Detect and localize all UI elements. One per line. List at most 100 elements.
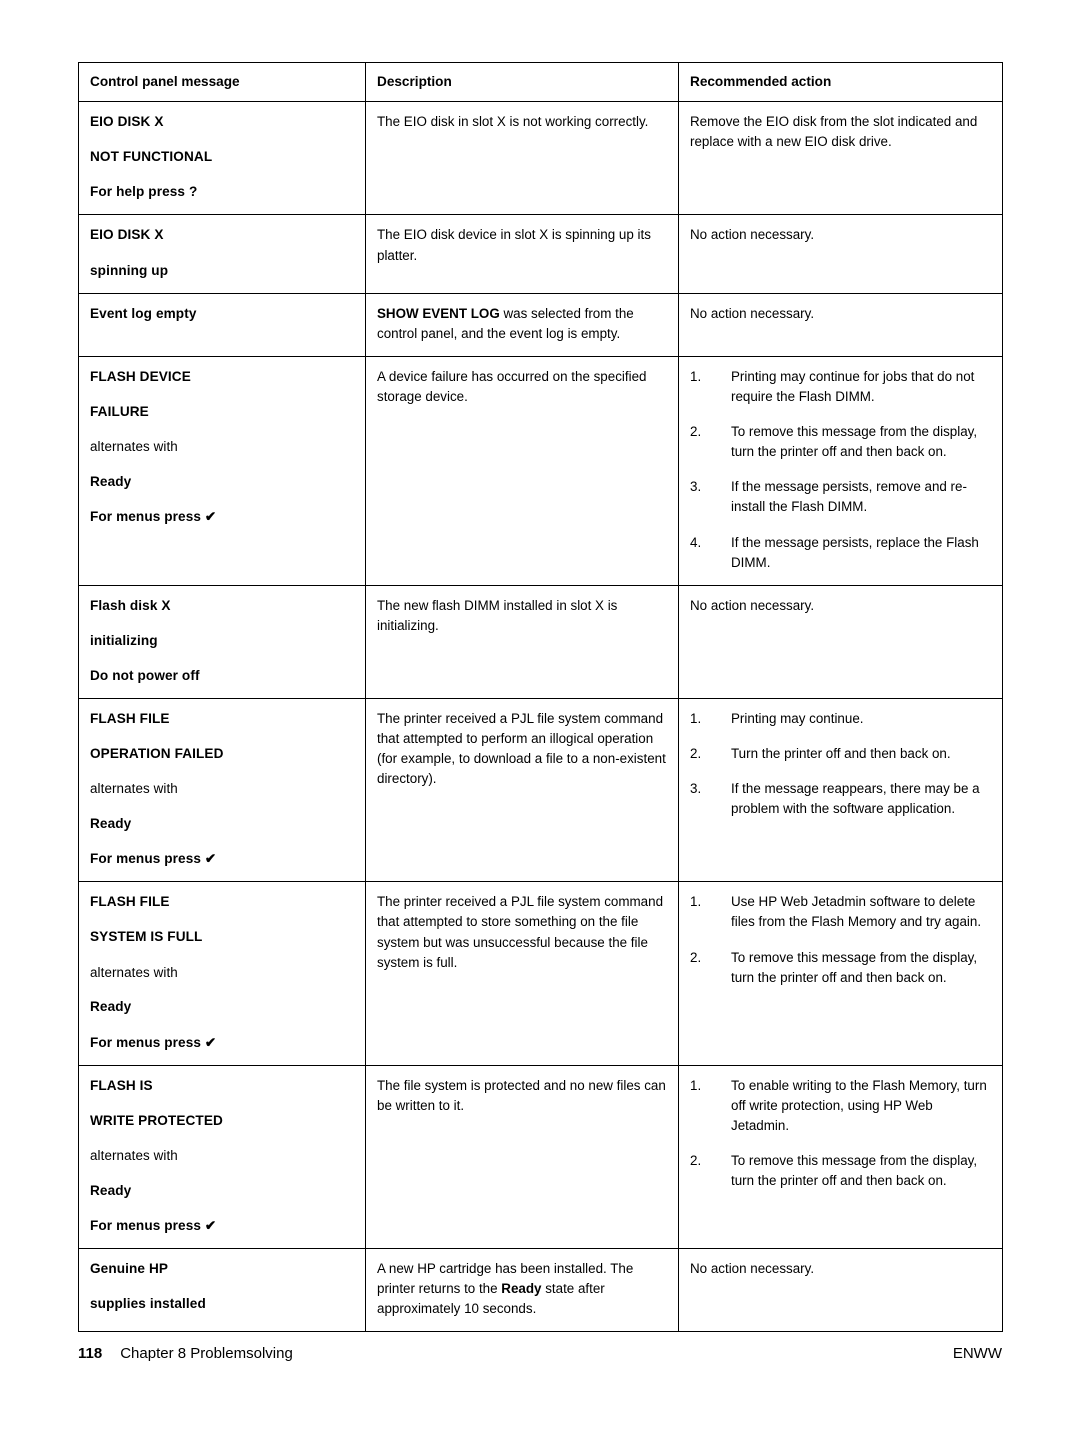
description-text: A device failure has occurred on the spe… (377, 368, 647, 404)
control-panel-message-line: initializing (90, 632, 158, 648)
recommended-action-text: No action necessary. (690, 227, 815, 243)
control-panel-message-line: EIO DISK X (90, 114, 164, 130)
recommended-action-item: If the message persists, remove and re-i… (690, 477, 967, 515)
cell-description: The file system is protected and no new … (365, 1064, 679, 1249)
recommended-action-list: Printing may continue. Turn the printer o… (690, 709, 991, 819)
cell-recommended-action: Printing may continue. Turn the printer o… (678, 698, 1003, 883)
control-panel-message-line: FLASH IS (90, 1077, 153, 1093)
description-text: The printer received a PJL file system c… (377, 894, 664, 970)
recommended-action-item: Printing may continue. (690, 709, 864, 729)
recommended-action-text: No action necessary. (690, 597, 815, 613)
description-emphasis: SHOW EVENT LOG (377, 305, 500, 321)
column-header-control-panel-message: Control panel message (78, 61, 366, 103)
cell-description: The printer received a PJL file system c… (365, 698, 679, 883)
description-text: The new flash DIMM installed in slot X i… (377, 597, 618, 633)
recommended-action-item: Use HP Web Jetadmin software to delete f… (690, 892, 982, 930)
cell-recommended-action: Remove the EIO disk from the slot indica… (678, 101, 1003, 216)
cell-control-panel-message: Flash disk X initializing Do not power off (78, 584, 366, 700)
control-panel-message-line: SYSTEM IS FULL (90, 929, 203, 945)
recommended-action-item: To remove this message from the display,… (690, 948, 978, 985)
table-row: Flash disk X initializing Do not power off… (78, 584, 1003, 700)
cell-recommended-action: To enable writing to the Flash Memory, t… (678, 1064, 1003, 1249)
table-row: FLASH IS WRITE PROTECTED alternates with Re… (78, 1064, 1003, 1249)
recommended-action-item: If the message reappears, there may be a… (690, 779, 980, 817)
cell-recommended-action: No action necessary. (678, 1247, 1003, 1333)
control-panel-message-line: EIO DISK X (90, 227, 164, 243)
description-text: The EIO disk in slot X is not working co… (377, 114, 649, 130)
control-panel-message-line: Ready (90, 999, 132, 1015)
recommended-action-item: Printing may continue for jobs that do n… (690, 367, 975, 404)
footer-page-number: 118 (78, 1345, 103, 1362)
table-row: EIO DISK X spinning up The EIO disk device… (78, 214, 1003, 294)
cell-description: A device failure has occurred on the spe… (365, 355, 679, 586)
control-panel-message-line: alternates with (90, 964, 178, 980)
footer-left-group: 118 Chapter 8 Problemsolving (78, 1345, 293, 1362)
recommended-action-text: No action necessary. (690, 1260, 815, 1276)
cell-recommended-action: Printing may continue for jobs that do n… (678, 355, 1003, 586)
control-panel-message-line: For menus press ✔ (90, 509, 217, 525)
control-panel-message-line: Ready (90, 473, 132, 489)
control-panel-message-line: FLASH FILE (90, 711, 170, 727)
cell-control-panel-message: EIO DISK X NOT FUNCTIONAL For help press ? (78, 101, 366, 216)
table-row: FLASH FILE OPERATION FAILED alternates wit… (78, 698, 1003, 883)
control-panel-message-line: supplies installed (90, 1295, 206, 1311)
control-panel-message-line: For help press ? (90, 184, 198, 200)
control-panel-message-line: OPERATION FAILED (90, 746, 224, 762)
recommended-action-item: To remove this message from the display,… (690, 422, 978, 460)
control-panel-message-line: Do not power off (90, 667, 200, 683)
cell-description: The new flash DIMM installed in slot X i… (365, 584, 679, 700)
control-panel-message-line: alternates with (90, 781, 178, 797)
table-row: Event log empty SHOW EVENT LOG was select… (78, 292, 1003, 357)
description-text: The file system is protected and no new … (377, 1077, 666, 1113)
description-text: The printer received a PJL file system c… (377, 711, 666, 787)
column-header-description: Description (365, 61, 679, 103)
cell-recommended-action: No action necessary. (678, 584, 1003, 700)
table-header-row: Control panel message Description Recomm… (78, 61, 1003, 103)
cell-recommended-action: No action necessary. (678, 292, 1003, 357)
cell-description: The EIO disk in slot X is not working co… (365, 101, 679, 216)
recommended-action-item: To enable writing to the Flash Memory, t… (690, 1076, 987, 1133)
cell-control-panel-message: FLASH FILE SYSTEM IS FULL alternates with R… (78, 881, 366, 1066)
control-panel-message-line: Ready (90, 816, 132, 832)
cell-control-panel-message: Genuine HP supplies installed (78, 1247, 366, 1333)
recommended-action-item: To remove this message from the display,… (690, 1151, 978, 1189)
description-text: SHOW EVENT LOG was selected from the con… (377, 304, 667, 344)
cell-recommended-action: No action necessary. (678, 214, 1003, 294)
recommended-action-list: Printing may continue for jobs that do n… (690, 367, 991, 573)
table-row: FLASH DEVICE FAILURE alternates with Ready F… (78, 355, 1003, 586)
recommended-action-text: Remove the EIO disk from the slot indica… (690, 114, 978, 150)
control-panel-message-line: spinning up (90, 262, 169, 278)
cell-control-panel-message: FLASH FILE OPERATION FAILED alternates wit… (78, 698, 366, 883)
cell-control-panel-message: FLASH DEVICE FAILURE alternates with Ready F… (78, 355, 366, 586)
cell-control-panel-message: EIO DISK X spinning up (78, 214, 366, 294)
cell-description: The printer received a PJL file system c… (365, 881, 679, 1066)
description-text: The EIO disk device in slot X is spinnin… (377, 227, 651, 263)
control-panel-message-line: FAILURE (90, 403, 149, 419)
control-panel-message-line: WRITE PROTECTED (90, 1112, 223, 1128)
recommended-action-list: Use HP Web Jetadmin software to delete f… (690, 892, 991, 987)
control-panel-message-line: Genuine HP (90, 1260, 169, 1276)
table-row: FLASH FILE SYSTEM IS FULL alternates with R… (78, 881, 1003, 1066)
page-footer: 118 Chapter 8 Problemsolving ENWW (78, 1345, 1002, 1362)
recommended-action-item: If the message persists, replace the Fla… (690, 533, 979, 570)
document-page: Control panel message Description Recomm… (0, 0, 1080, 1437)
control-panel-message-line: For menus press ✔ (90, 851, 217, 867)
recommended-action-item: Turn the printer off and then back on. (690, 744, 951, 764)
cell-description: The EIO disk device in slot X is spinnin… (365, 214, 679, 294)
control-panel-message-line: NOT FUNCTIONAL (90, 149, 213, 165)
description-text: A new HP cartridge has been installed. T… (377, 1259, 667, 1319)
description-emphasis: Ready (501, 1280, 542, 1296)
cell-control-panel-message: FLASH IS WRITE PROTECTED alternates with Re… (78, 1064, 366, 1249)
control-panel-message-line: Event log empty (90, 305, 197, 321)
recommended-action-list: To enable writing to the Flash Memory, t… (690, 1076, 991, 1192)
cell-description: A new HP cartridge has been installed. T… (365, 1247, 679, 1333)
control-panel-message-line: For menus press ✔ (90, 1217, 217, 1233)
control-panel-message-table: Control panel message Description Recomm… (78, 61, 1003, 1333)
control-panel-message-line: For menus press ✔ (90, 1034, 217, 1050)
footer-locale-code: ENWW (952, 1345, 1002, 1362)
cell-description: SHOW EVENT LOG was selected from the con… (365, 292, 679, 357)
control-panel-message-line: FLASH FILE (90, 894, 170, 910)
control-panel-message-line: Ready (90, 1182, 132, 1198)
table-row: EIO DISK X NOT FUNCTIONAL For help press ?… (78, 101, 1003, 216)
control-panel-message-line: Flash disk X (90, 597, 171, 613)
